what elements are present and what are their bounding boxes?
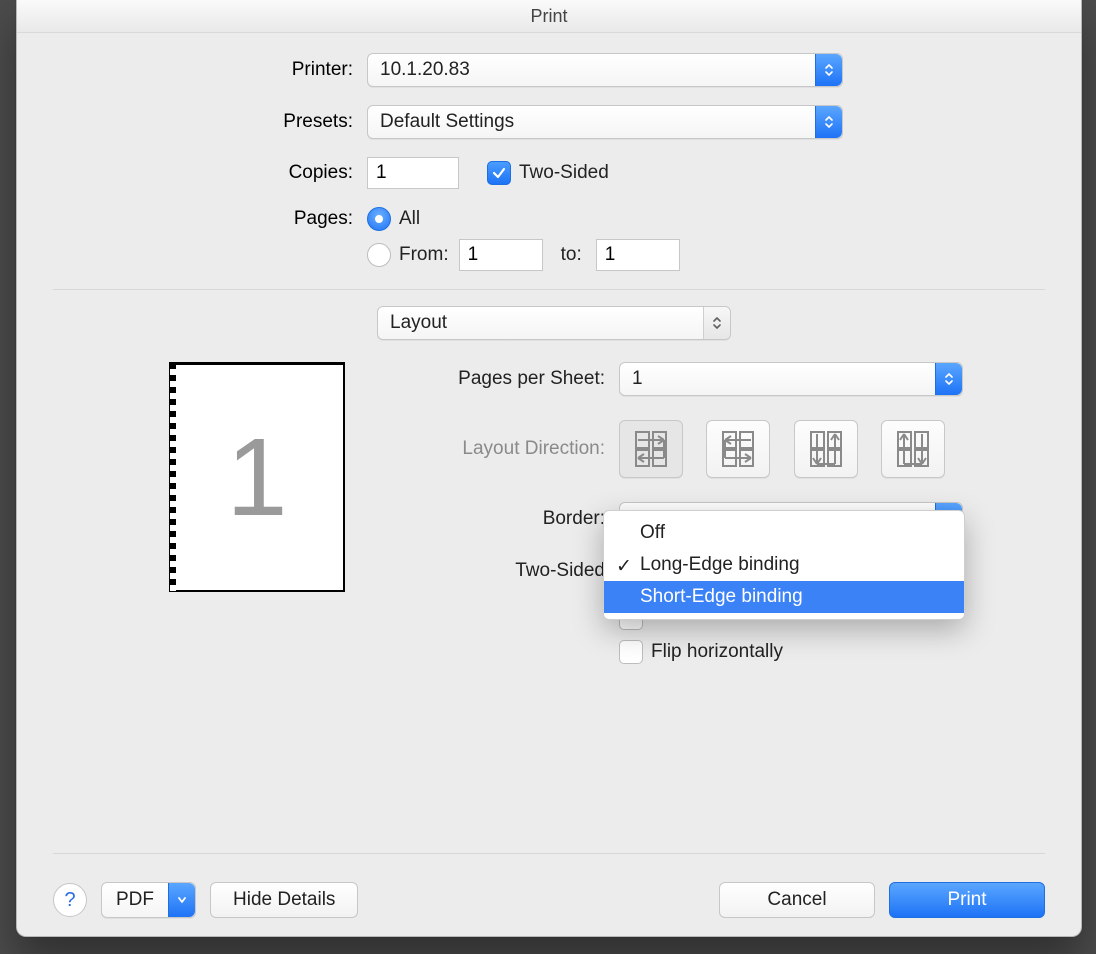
presets-select[interactable]: Default Settings bbox=[367, 105, 843, 139]
divider bbox=[53, 853, 1045, 854]
flip-horizontally-checkbox[interactable] bbox=[619, 640, 643, 664]
dialog-title: Print bbox=[17, 0, 1081, 33]
pdf-label: PDF bbox=[102, 889, 168, 911]
layout-direction-1[interactable] bbox=[619, 420, 683, 478]
pdf-menu-button[interactable]: PDF bbox=[101, 882, 196, 918]
border-label: Border: bbox=[375, 508, 619, 530]
pages-to-input[interactable] bbox=[596, 239, 680, 271]
pages-label: Pages: bbox=[53, 208, 367, 230]
copies-input[interactable] bbox=[367, 157, 459, 189]
help-button[interactable]: ? bbox=[53, 883, 87, 917]
menu-item-short-edge[interactable]: Short-Edge binding bbox=[604, 581, 964, 613]
layout-direction-label: Layout Direction: bbox=[375, 438, 619, 460]
pages-per-sheet-select[interactable]: 1 bbox=[619, 362, 963, 396]
menu-item-off[interactable]: Off bbox=[604, 517, 964, 549]
print-dialog: Print Printer: 10.1.20.83 Presets: Defau… bbox=[16, 0, 1082, 937]
section-select[interactable]: Layout bbox=[377, 306, 731, 340]
check-icon: ✓ bbox=[616, 555, 632, 578]
printer-select[interactable]: 10.1.20.83 bbox=[367, 53, 843, 87]
divider bbox=[53, 289, 1045, 290]
presets-label: Presets: bbox=[53, 111, 367, 133]
layout-direction-3[interactable] bbox=[794, 420, 858, 478]
pages-per-sheet-label: Pages per Sheet: bbox=[375, 368, 619, 390]
page-preview: 1 bbox=[169, 362, 345, 592]
section-value: Layout bbox=[378, 312, 703, 334]
menu-item-long-edge[interactable]: ✓ Long-Edge binding bbox=[604, 549, 964, 581]
print-button[interactable]: Print bbox=[889, 882, 1045, 918]
chevron-down-icon bbox=[168, 883, 195, 917]
stepper-icon bbox=[703, 307, 730, 339]
pages-from-input[interactable] bbox=[459, 239, 543, 271]
presets-value: Default Settings bbox=[368, 111, 815, 133]
pages-range-radio[interactable] bbox=[367, 243, 391, 267]
stepper-icon bbox=[815, 106, 842, 138]
binding-indicator bbox=[170, 363, 176, 591]
layout-direction-4[interactable] bbox=[881, 420, 945, 478]
layout-direction-2[interactable] bbox=[706, 420, 770, 478]
two-sided-label: Two-Sided bbox=[519, 162, 609, 184]
pages-from-label: From: bbox=[399, 244, 449, 266]
pages-all-radio[interactable] bbox=[367, 207, 391, 231]
pages-to-label: to: bbox=[561, 244, 582, 266]
hide-details-button[interactable]: Hide Details bbox=[210, 882, 358, 918]
pages-per-sheet-value: 1 bbox=[620, 368, 935, 390]
printer-value: 10.1.20.83 bbox=[368, 59, 815, 81]
stepper-icon bbox=[935, 363, 962, 395]
cancel-button[interactable]: Cancel bbox=[719, 882, 875, 918]
preview-page-number: 1 bbox=[226, 414, 287, 541]
two-sided-checkbox[interactable] bbox=[487, 161, 511, 185]
printer-label: Printer: bbox=[53, 59, 367, 81]
two-sided-menu: Off ✓ Long-Edge binding Short-Edge bindi… bbox=[603, 510, 965, 620]
copies-label: Copies: bbox=[53, 162, 367, 184]
stepper-icon bbox=[815, 54, 842, 86]
flip-horizontally-label: Flip horizontally bbox=[651, 641, 783, 663]
two-sided-option-label: Two-Sided bbox=[375, 560, 619, 582]
pages-all-label: All bbox=[399, 208, 420, 230]
